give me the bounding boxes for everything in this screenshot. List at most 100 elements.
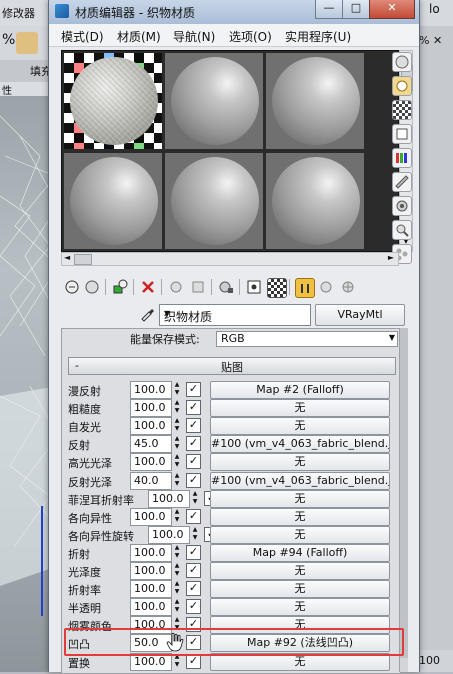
- make-unique-icon[interactable]: [167, 278, 185, 296]
- map-enabled-checkbox[interactable]: ✓: [186, 418, 201, 434]
- map-amount-field[interactable]: 100.0: [130, 543, 172, 562]
- map-amount-field[interactable]: 45.0: [130, 435, 172, 454]
- amount-spinner-icon[interactable]: ▲▼: [190, 490, 200, 506]
- sample-slot-5[interactable]: [165, 153, 263, 249]
- amount-spinner-icon[interactable]: ▲▼: [172, 580, 182, 596]
- map-enabled-checkbox[interactable]: ✓: [186, 563, 201, 578]
- map-enabled-checkbox[interactable]: ✓: [186, 454, 201, 470]
- sphere-icon[interactable]: [392, 52, 412, 72]
- sample-slot-4[interactable]: [64, 153, 162, 249]
- map-enabled-checkbox[interactable]: ✓: [186, 436, 201, 452]
- map-enabled-checkbox[interactable]: ✓: [186, 599, 201, 615]
- map-slot-button[interactable]: 无: [210, 399, 390, 418]
- amount-spinner-icon[interactable]: ▲▼: [172, 417, 182, 433]
- assign-to-selection-icon[interactable]: [111, 278, 129, 296]
- go-forward-sibling-icon[interactable]: [317, 278, 335, 296]
- amount-spinner-icon[interactable]: ▲▼: [190, 526, 200, 542]
- close-button[interactable]: ✕: [369, 0, 415, 19]
- map-enabled-checkbox[interactable]: ✓: [186, 382, 201, 397]
- chevron-down-icon: ▼: [388, 333, 395, 342]
- map-slot-button[interactable]: #100 (vm_v4_063_fabric_blend.jpg): [210, 435, 390, 454]
- map-amount-field[interactable]: 100.0: [130, 507, 172, 526]
- map-amount-field[interactable]: 100.0: [148, 525, 190, 544]
- map-slot-button[interactable]: Map #94 (Falloff): [210, 543, 390, 562]
- map-slot-button[interactable]: Map #2 (Falloff): [210, 381, 390, 399]
- map-amount-field[interactable]: 100.0: [130, 381, 172, 399]
- map-amount-field[interactable]: 100.0: [130, 562, 172, 580]
- map-amount-field[interactable]: 100.0: [130, 417, 172, 436]
- amount-spinner-icon[interactable]: ▲▼: [172, 435, 182, 451]
- scroll-left-icon[interactable]: ◄: [64, 253, 70, 262]
- map-slot-button[interactable]: 无: [210, 598, 390, 617]
- menu-navigation[interactable]: 导航(N): [173, 28, 215, 45]
- get-material-icon[interactable]: [63, 278, 81, 296]
- sample-uv-icon[interactable]: [392, 124, 412, 144]
- amount-spinner-icon[interactable]: ▲▼: [172, 508, 182, 524]
- material-id-channel-icon[interactable]: [217, 278, 235, 296]
- map-enabled-checkbox[interactable]: ✓: [186, 472, 201, 488]
- hscroll-thumb[interactable]: [74, 254, 92, 265]
- sample-slot-1[interactable]: [64, 53, 162, 149]
- checker-background-icon[interactable]: [392, 100, 412, 120]
- material-type-button[interactable]: VRayMtl: [315, 304, 405, 326]
- amount-spinner-icon[interactable]: ▲▼: [172, 562, 182, 578]
- map-enabled-checkbox[interactable]: ✓: [186, 400, 201, 416]
- map-slot-button[interactable]: 无: [210, 525, 390, 544]
- sample-slot-2[interactable]: [165, 53, 263, 149]
- hand-cursor-icon: [166, 632, 184, 652]
- amount-spinner-icon[interactable]: ▲▼: [172, 381, 182, 397]
- sample-slot-6[interactable]: [266, 153, 364, 249]
- map-slot-button[interactable]: 无: [210, 580, 390, 599]
- map-amount-field[interactable]: 40.0: [130, 471, 172, 490]
- amount-spinner-icon[interactable]: ▲▼: [172, 472, 182, 488]
- map-slot-button[interactable]: 无: [210, 489, 390, 508]
- video-color-check-icon[interactable]: [392, 148, 412, 168]
- map-slot-button[interactable]: 无: [210, 562, 390, 580]
- map-enabled-checkbox[interactable]: ✓: [186, 508, 201, 524]
- put-to-scene-icon[interactable]: [83, 278, 101, 296]
- slots-horizontal-scrollbar[interactable]: ◄ ►: [61, 252, 399, 266]
- maximize-button[interactable]: □: [342, 0, 370, 19]
- panel-scroll-thumb[interactable]: [400, 328, 408, 658]
- material-name-field[interactable]: 织物材质 ▼: [159, 304, 311, 326]
- map-amount-field[interactable]: 100.0: [130, 453, 172, 472]
- title-bar[interactable]: 材质编辑器 - 织物材质 — □ ✕: [49, 0, 419, 24]
- map-enabled-checkbox[interactable]: ✓: [186, 544, 201, 560]
- chevron-down-icon[interactable]: ▼: [164, 309, 308, 318]
- navigate-icon[interactable]: [339, 278, 357, 296]
- options-icon[interactable]: [392, 196, 412, 216]
- panel-scrollbar[interactable]: [399, 328, 408, 672]
- map-amount-field[interactable]: 100.0: [130, 580, 172, 599]
- go-to-parent-icon[interactable]: [295, 278, 315, 298]
- scroll-right-icon[interactable]: ►: [388, 253, 394, 262]
- map-amount-field[interactable]: 100.0: [130, 399, 172, 418]
- map-slot-button[interactable]: 无: [210, 453, 390, 472]
- map-enabled-checkbox[interactable]: ✓: [186, 581, 201, 597]
- amount-spinner-icon[interactable]: ▲▼: [172, 399, 182, 415]
- menu-options[interactable]: 选项(O): [229, 28, 272, 45]
- make-preview-icon[interactable]: [392, 172, 412, 192]
- select-by-material-icon[interactable]: [392, 220, 412, 240]
- show-end-result-icon[interactable]: [267, 278, 287, 298]
- menu-mode[interactable]: 模式(D): [61, 28, 104, 45]
- map-amount-field[interactable]: 100.0: [130, 598, 172, 617]
- menu-material[interactable]: 材质(M): [117, 28, 161, 45]
- reset-map-icon[interactable]: [139, 278, 157, 296]
- show-shaded-material-icon[interactable]: [245, 278, 263, 296]
- sample-slot-3[interactable]: [266, 53, 364, 149]
- amount-spinner-icon[interactable]: ▲▼: [172, 453, 182, 469]
- eyedropper-icon[interactable]: [139, 306, 155, 322]
- energy-preservation-select[interactable]: RGB ▼: [216, 331, 398, 347]
- map-slot-button[interactable]: 无: [210, 507, 390, 526]
- amount-spinner-icon[interactable]: ▲▼: [172, 598, 182, 614]
- backlight-icon[interactable]: [392, 76, 412, 96]
- maps-rollout-header[interactable]: - 贴图: [68, 357, 396, 375]
- map-slot-button[interactable]: #100 (vm_v4_063_fabric_blend.jpg): [210, 471, 390, 490]
- map-amount-field[interactable]: 100.0: [148, 489, 190, 508]
- map-slot-button[interactable]: 无: [210, 417, 390, 436]
- amount-spinner-icon[interactable]: ▲▼: [172, 544, 182, 560]
- menu-utilities[interactable]: 实用程序(U): [285, 28, 351, 45]
- put-to-library-icon[interactable]: [189, 278, 207, 296]
- minimize-button[interactable]: —: [315, 0, 343, 19]
- map-row-self-illumination: 自发光 100.0 ▲ ▼ ✓ 无: [68, 417, 394, 436]
